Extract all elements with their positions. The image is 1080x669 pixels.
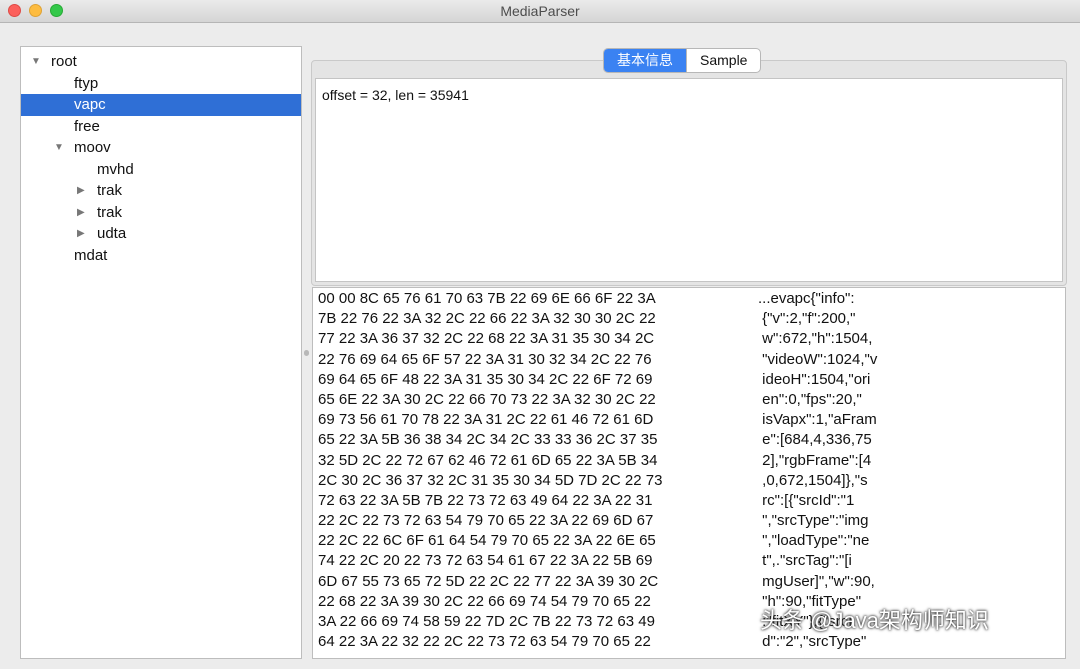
hex-bytes: 65 6E 22 3A 30 2C 22 66 70 73 22 3A 32 3… [318, 390, 656, 408]
hex-row: 22 2C 22 6C 6F 61 64 54 79 70 65 22 3A 2… [313, 532, 1065, 552]
hex-bytes: 74 22 2C 20 22 73 72 63 54 61 67 22 3A 2… [318, 552, 653, 570]
box-info-text: offset = 32, len = 35941 [322, 87, 469, 103]
tree-item-udta[interactable]: ▶ udta [21, 223, 301, 245]
watermark-text: 头条 @Java架构师知识 [760, 608, 989, 633]
hex-row: 7B 22 76 22 3A 32 2C 22 66 22 3A 32 30 3… [313, 310, 1065, 330]
hex-bytes: 22 2C 22 6C 6F 61 64 54 79 70 65 22 3A 2… [318, 532, 656, 550]
hex-ascii: en":0,"fps":20," [758, 390, 862, 408]
hex-row: 2C 30 2C 36 37 32 2C 31 35 30 34 5D 7D 2… [313, 472, 1065, 492]
hex-row: 74 22 2C 20 22 73 72 63 54 61 67 22 3A 2… [313, 552, 1065, 572]
tree-item-ftyp[interactable]: ftyp [21, 73, 301, 95]
tree-item-label: vapc [74, 96, 106, 113]
hex-ascii: t",."srcTag":"[i [758, 552, 852, 570]
disclosure-expanded-icon[interactable]: ▼ [54, 137, 64, 158]
hex-bytes: 7B 22 76 22 3A 32 2C 22 66 22 3A 32 30 3… [318, 310, 656, 328]
hex-ascii: isVapx":1,"aFram [758, 411, 877, 429]
hex-row: 77 22 3A 36 37 32 2C 22 68 22 3A 31 35 3… [313, 330, 1065, 350]
tree-item-label: udta [97, 225, 127, 242]
hex-row: 6D 67 55 73 65 72 5D 22 2C 22 77 22 3A 3… [313, 573, 1065, 593]
hex-ascii: ...evapc{"info": [758, 290, 855, 307]
box-tree-view[interactable]: ▼ root ftyp vapc free ▼ moov mvhd ▶ trak ▶ trak ▶ udt… [20, 46, 302, 659]
tree-item-mvhd[interactable]: mvhd [21, 159, 301, 181]
hex-bytes: 2C 30 2C 36 37 32 2C 31 35 30 34 5D 7D 2… [318, 471, 663, 489]
tree-item-label: root [51, 53, 77, 70]
hex-bytes: 65 22 3A 5B 36 38 34 2C 34 2C 33 33 36 2… [318, 431, 658, 449]
tab-bar: 基本信息 Sample [603, 48, 762, 73]
disclosure-expanded-icon[interactable]: ▼ [31, 51, 41, 72]
tab-basic-info[interactable]: 基本信息 [604, 49, 686, 72]
tree-item-label: ftyp [74, 74, 99, 92]
tree-item-vapc[interactable]: vapc [21, 94, 301, 116]
hex-row: 69 73 56 61 70 78 22 3A 31 2C 22 61 46 7… [313, 411, 1065, 431]
hex-bytes: 77 22 3A 36 37 32 2C 22 68 22 3A 31 35 3… [318, 330, 655, 348]
hex-ascii: w":672,"h":1504, [758, 330, 873, 348]
tree-item-label: free [74, 117, 100, 135]
box-info-text-area[interactable]: offset = 32, len = 35941 [315, 78, 1063, 282]
hex-bytes: 00 00 8C 65 76 61 70 63 7B 22 69 6E 66 6… [318, 290, 656, 307]
hex-ascii: e":[684,4,336,75 [758, 431, 872, 449]
hex-bytes: 22 68 22 3A 39 30 2C 22 66 69 74 54 79 7… [318, 592, 651, 610]
hex-row: 22 2C 22 73 72 63 54 79 70 65 22 3A 22 6… [313, 512, 1065, 532]
tree-item-label: mvhd [97, 160, 134, 178]
hex-ascii: ","srcType":"img [758, 512, 869, 530]
hex-bytes: 22 76 69 64 65 6F 57 22 3A 31 30 32 34 2… [318, 350, 652, 368]
hex-bytes: 69 64 65 6F 48 22 3A 31 35 30 34 2C 22 6… [318, 370, 653, 388]
hex-bytes: 64 22 3A 22 32 22 2C 22 73 72 63 54 79 7… [318, 633, 651, 651]
hex-ascii: "videoW":1024,"v [758, 350, 878, 368]
hex-row: 32 5D 2C 22 72 67 62 46 72 61 6D 65 22 3… [313, 452, 1065, 472]
hex-ascii: ","loadType":"ne [758, 532, 870, 550]
hex-bytes: 3A 22 66 69 74 58 59 22 7D 2C 7B 22 73 7… [318, 613, 655, 630]
tree-item-mdat[interactable]: mdat [21, 245, 301, 267]
tree-item-label: mdat [74, 246, 108, 264]
disclosure-collapsed-icon[interactable]: ▶ [77, 223, 85, 244]
disclosure-collapsed-icon[interactable]: ▶ [77, 202, 85, 223]
hex-bytes: 69 73 56 61 70 78 22 3A 31 2C 22 61 46 7… [318, 411, 654, 429]
tree-item-trak[interactable]: ▶ trak [21, 180, 301, 202]
title-bar: MediaParser [0, 0, 1080, 23]
hex-row: 00 00 8C 65 76 61 70 63 7B 22 69 6E 66 6… [313, 290, 1065, 310]
tab-sample[interactable]: Sample [686, 49, 760, 72]
tree-item-label: trak [97, 182, 123, 199]
disclosure-collapsed-icon[interactable]: ▶ [77, 180, 85, 201]
hex-ascii: ideoH":1504,"ori [758, 370, 871, 388]
hex-ascii: rc":[{"srcId":"1 [758, 491, 855, 509]
hex-bytes: 6D 67 55 73 65 72 5D 22 2C 22 77 22 3A 3… [318, 572, 659, 590]
hex-ascii: mgUser]","w":90, [758, 572, 875, 590]
hex-row: 65 22 3A 5B 36 38 34 2C 34 2C 33 33 36 2… [313, 431, 1065, 451]
hex-ascii: 2],"rgbFrame":[4 [758, 451, 872, 469]
hex-row: 22 76 69 64 65 6F 57 22 3A 31 30 32 34 2… [313, 351, 1065, 371]
hex-row: 65 6E 22 3A 30 2C 22 66 70 73 22 3A 32 3… [313, 391, 1065, 411]
hex-bytes: 22 2C 22 73 72 63 54 79 70 65 22 3A 22 6… [318, 512, 654, 530]
tree-item-moov[interactable]: ▼ moov [21, 137, 301, 159]
hex-row: 72 63 22 3A 5B 7B 22 73 72 63 49 64 22 3… [313, 492, 1065, 512]
tree-item-root[interactable]: ▼ root [21, 51, 301, 73]
hex-ascii: {"v":2,"f":200," [758, 310, 856, 328]
split-view-divider-handle[interactable] [304, 350, 309, 356]
tree-item-label: moov [74, 139, 111, 156]
tree-item-label: trak [97, 203, 123, 221]
tree-item-trak[interactable]: ▶ trak [21, 202, 301, 224]
hex-row: 64 22 3A 22 32 22 2C 22 73 72 63 54 79 7… [313, 633, 1065, 653]
window-title: MediaParser [500, 3, 580, 19]
hex-ascii: ,0,672,1504]},"s [758, 471, 868, 489]
tree-item-free[interactable]: free [21, 116, 301, 138]
hex-bytes: 72 63 22 3A 5B 7B 22 73 72 63 49 64 22 3… [318, 491, 653, 509]
hex-ascii: d":"2","srcType" [758, 633, 867, 651]
hex-bytes: 32 5D 2C 22 72 67 62 46 72 61 6D 65 22 3… [318, 451, 658, 469]
hex-row: 69 64 65 6F 48 22 3A 31 35 30 34 2C 22 6… [313, 371, 1065, 391]
